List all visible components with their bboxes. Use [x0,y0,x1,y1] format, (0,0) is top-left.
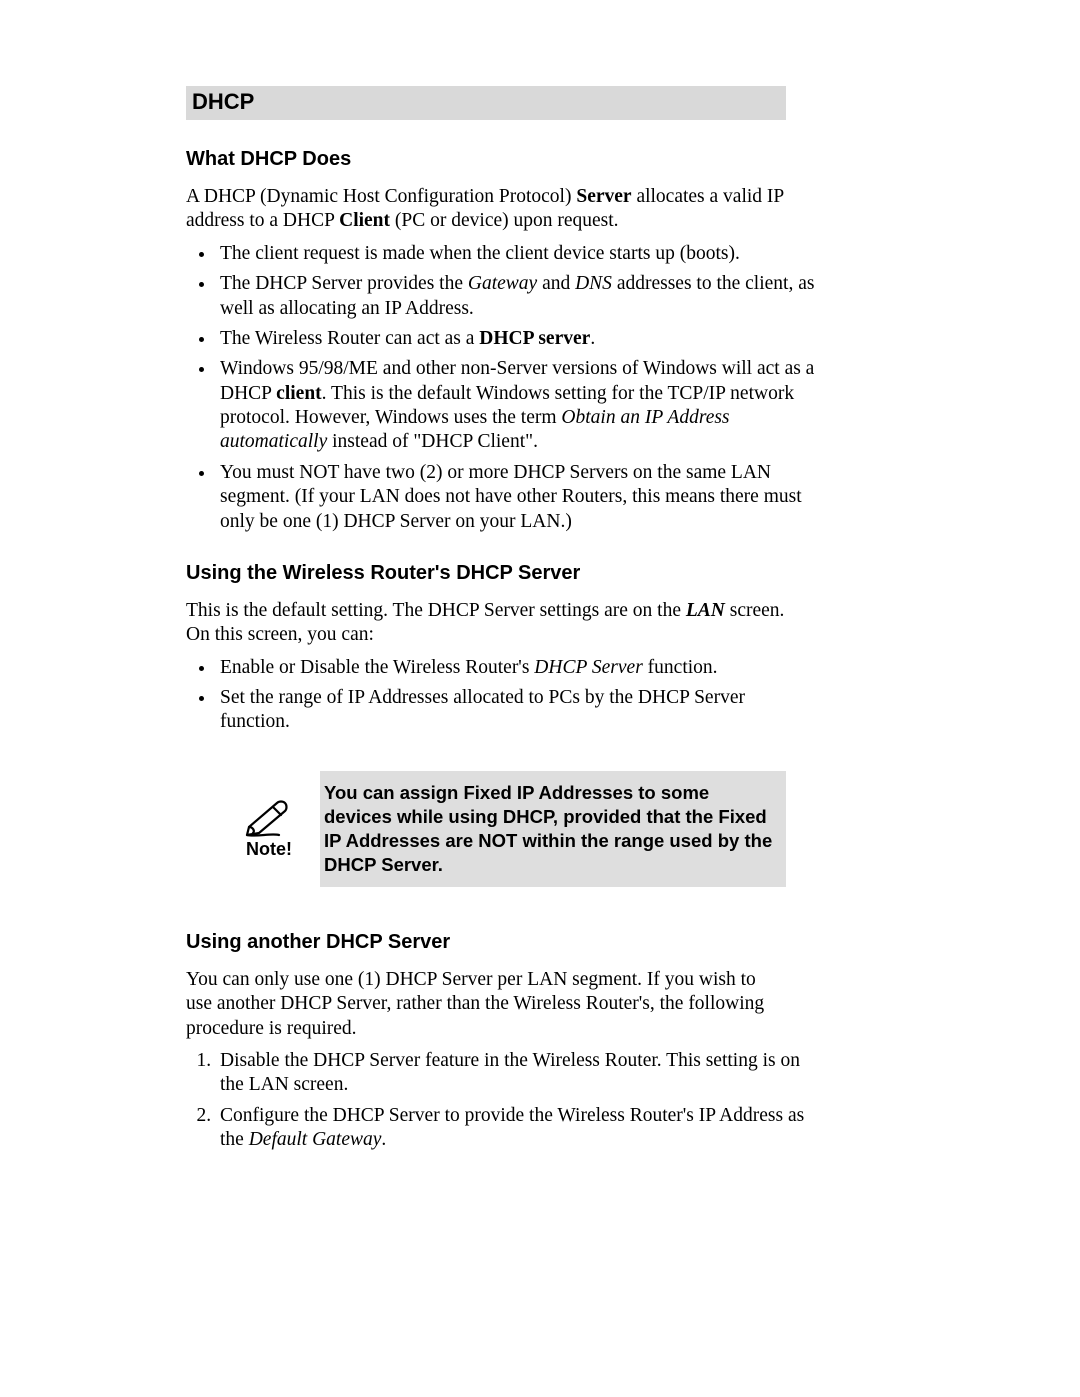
text: The Wireless Router can act as a [220,328,479,349]
using-another-steps: Disable the DHCP Server feature in the W… [186,1049,816,1153]
list-item: The DHCP Server provides the Gateway and… [216,272,816,321]
section-title: DHCP [186,86,786,120]
italic-default-gateway: Default Gateway [249,1129,382,1150]
text: Set the range of IP Addresses allocated … [220,687,745,732]
italic-dhcp-server: DHCP Server [534,657,643,678]
list-item: Disable the DHCP Server feature in the W… [216,1049,816,1098]
note-text: You can assign Fixed IP Addresses to som… [320,771,786,887]
list-item: The client request is made when the clie… [216,242,816,266]
text: . [381,1129,386,1150]
pen-icon [243,797,295,837]
page-content: DHCP What DHCP Does A DHCP (Dynamic Host… [0,0,1080,1153]
bold-dhcp-server: DHCP server [479,328,590,349]
text: function. [643,657,718,678]
italic-gateway: Gateway [468,273,537,294]
using-router-bullets: Enable or Disable the Wireless Router's … [186,656,816,735]
text: and [537,273,575,294]
note-label: Note! [230,839,308,860]
heading-what-dhcp: What DHCP Does [186,148,896,171]
text: This is the default setting. The DHCP Se… [186,600,686,621]
list-item: The Wireless Router can act as a DHCP se… [216,327,816,351]
italic-dns: DNS [575,273,612,294]
bold-server: Server [576,186,631,207]
list-item: Enable or Disable the Wireless Router's … [216,656,816,680]
text: . [590,328,595,349]
bold-italic-lan: LAN [686,600,725,621]
list-item: Set the range of IP Addresses allocated … [216,686,816,735]
note-icon-cell: Note! [186,797,320,860]
text: The client request is made when the clie… [220,243,740,264]
text: You must NOT have two (2) or more DHCP S… [220,462,802,532]
bold-client: Client [339,210,390,231]
text: Enable or Disable the Wireless Router's [220,657,534,678]
text: instead of "DHCP Client". [327,431,538,452]
bold-client: client [276,383,321,404]
list-item: Windows 95/98/ME and other non-Server ve… [216,357,816,455]
using-another-intro: You can only use one (1) DHCP Server per… [186,968,786,1041]
list-item: You must NOT have two (2) or more DHCP S… [216,461,816,534]
note-callout: Note! You can assign Fixed IP Addresses … [186,771,786,887]
list-item: Configure the DHCP Server to provide the… [216,1104,816,1153]
text: A DHCP (Dynamic Host Configuration Proto… [186,186,576,207]
text: Disable the DHCP Server feature in the W… [220,1050,800,1095]
text: (PC or device) upon request. [390,210,619,231]
text: The DHCP Server provides the [220,273,468,294]
what-dhcp-bullets: The client request is made when the clie… [186,242,816,534]
using-router-intro: This is the default setting. The DHCP Se… [186,599,786,648]
heading-using-router: Using the Wireless Router's DHCP Server [186,562,896,585]
heading-using-another: Using another DHCP Server [186,931,896,954]
what-dhcp-intro: A DHCP (Dynamic Host Configuration Proto… [186,185,786,234]
